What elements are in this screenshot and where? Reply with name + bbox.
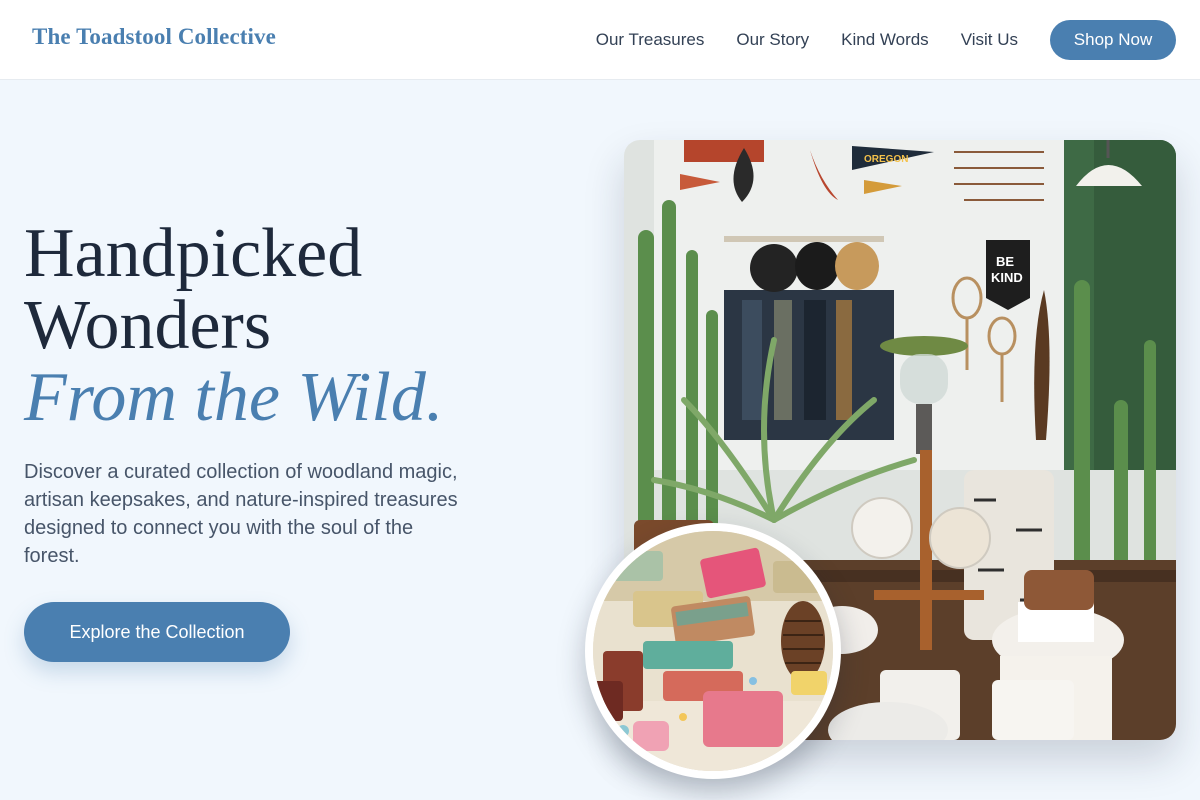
nav-link-our-story[interactable]: Our Story — [736, 30, 809, 50]
be-kind-sign-line-2: KIND — [991, 270, 1023, 285]
soap-bars-photo — [585, 523, 841, 779]
nav-link-our-treasures[interactable]: Our Treasures — [596, 30, 705, 50]
hero-heading-line-2: Wonders — [24, 287, 272, 364]
hero-heading-line-1: Handpicked — [24, 215, 363, 292]
be-kind-sign-line-1: BE — [996, 254, 1014, 269]
hero-heading-accent: From the Wild. — [24, 359, 444, 436]
explore-collection-button[interactable]: Explore the Collection — [24, 602, 290, 662]
soap-bars-illustration — [593, 531, 833, 771]
shop-now-button[interactable]: Shop Now — [1050, 20, 1176, 60]
hero-heading: Handpicked Wonders From the Wild. — [24, 218, 443, 434]
nav-link-visit-us[interactable]: Visit Us — [961, 30, 1018, 50]
nav-link-kind-words[interactable]: Kind Words — [841, 30, 929, 50]
site-header: The Toadstool Collective Our Treasures O… — [0, 0, 1200, 80]
brand-logo[interactable]: The Toadstool Collective — [32, 24, 276, 50]
hero-description: Discover a curated collection of woodlan… — [24, 461, 458, 567]
main-nav: Our Treasures Our Story Kind Words Visit… — [596, 20, 1176, 60]
oregon-pennant-text: OREGON — [864, 154, 908, 165]
